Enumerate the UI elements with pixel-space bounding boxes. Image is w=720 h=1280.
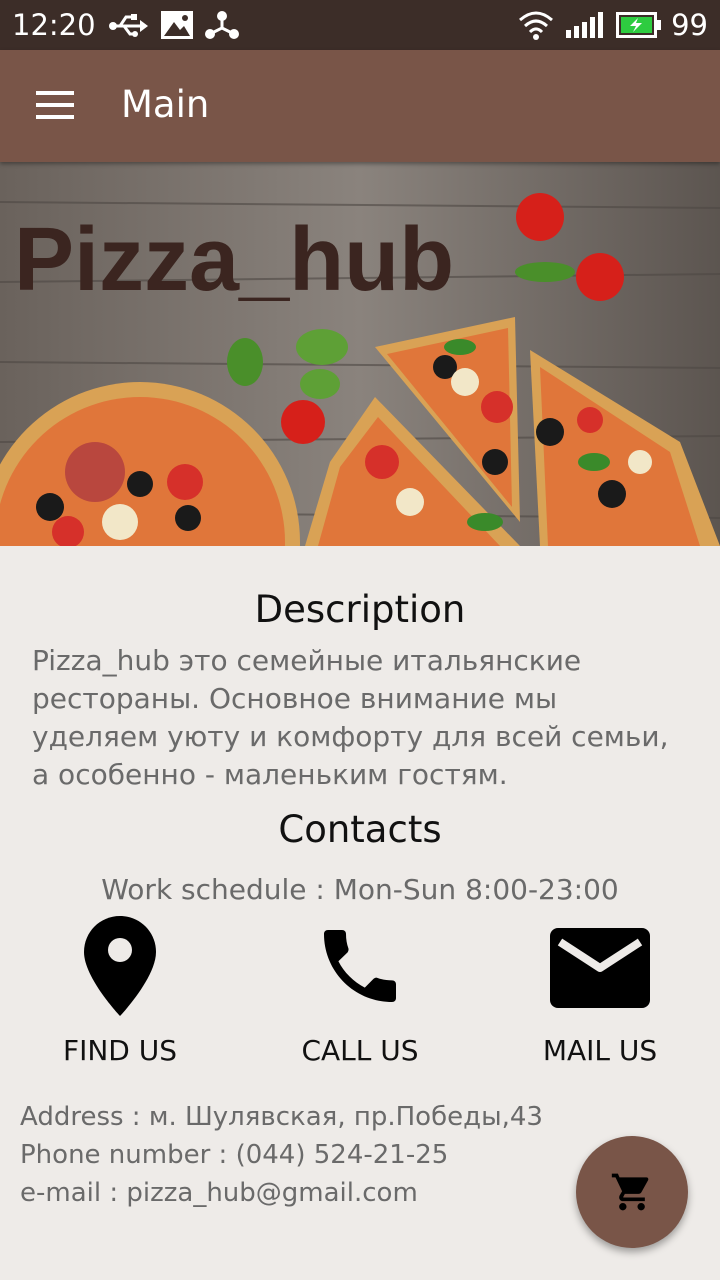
description-heading: Description <box>254 588 466 631</box>
hero-banner: Pizza_hub <box>0 162 720 546</box>
call-us-button[interactable]: CALL US <box>260 916 460 1067</box>
mail-us-button[interactable]: MAIL US <box>500 916 700 1067</box>
status-time: 12:20 <box>12 8 96 42</box>
battery-icon <box>616 12 661 38</box>
cart-fab-button[interactable] <box>576 1136 688 1248</box>
image-icon <box>161 11 193 39</box>
cart-icon <box>611 1173 649 1211</box>
mail-icon <box>550 928 650 1008</box>
contacts-heading: Contacts <box>278 808 442 851</box>
work-schedule: Work schedule : Mon-Sun 8:00-23:00 <box>101 873 619 906</box>
email-text: e-mail : pizza_hub@gmail.com <box>20 1178 418 1208</box>
pizza-banner-image: Pizza_hub <box>0 162 720 546</box>
call-us-label: CALL US <box>301 1034 419 1067</box>
app-bar: Main <box>0 50 720 162</box>
usb-icon <box>109 14 148 37</box>
battery-level: 99 <box>671 8 708 42</box>
menu-button[interactable] <box>20 80 92 132</box>
page-title: Main <box>121 83 210 126</box>
map-pin-icon <box>84 916 156 1016</box>
share-icon <box>205 11 239 39</box>
find-us-label: FIND US <box>62 1034 178 1067</box>
address-text: Address : м. Шулявская, пр.Победы,43 <box>20 1102 543 1132</box>
find-us-button[interactable]: FIND US <box>20 916 220 1067</box>
brand-logo-text: Pizza_hub <box>14 210 454 310</box>
signal-icon <box>566 12 603 38</box>
wifi-icon <box>519 11 553 40</box>
hamburger-menu-icon <box>36 91 74 119</box>
status-bar: 12:20 99 <box>0 0 720 50</box>
description-text: Pizza_hub это семейные итальянские ресто… <box>32 644 669 791</box>
phone-text: Phone number : (044) 524-21-25 <box>20 1140 449 1170</box>
phone-icon <box>324 930 396 1002</box>
mail-us-label: MAIL US <box>542 1034 658 1067</box>
